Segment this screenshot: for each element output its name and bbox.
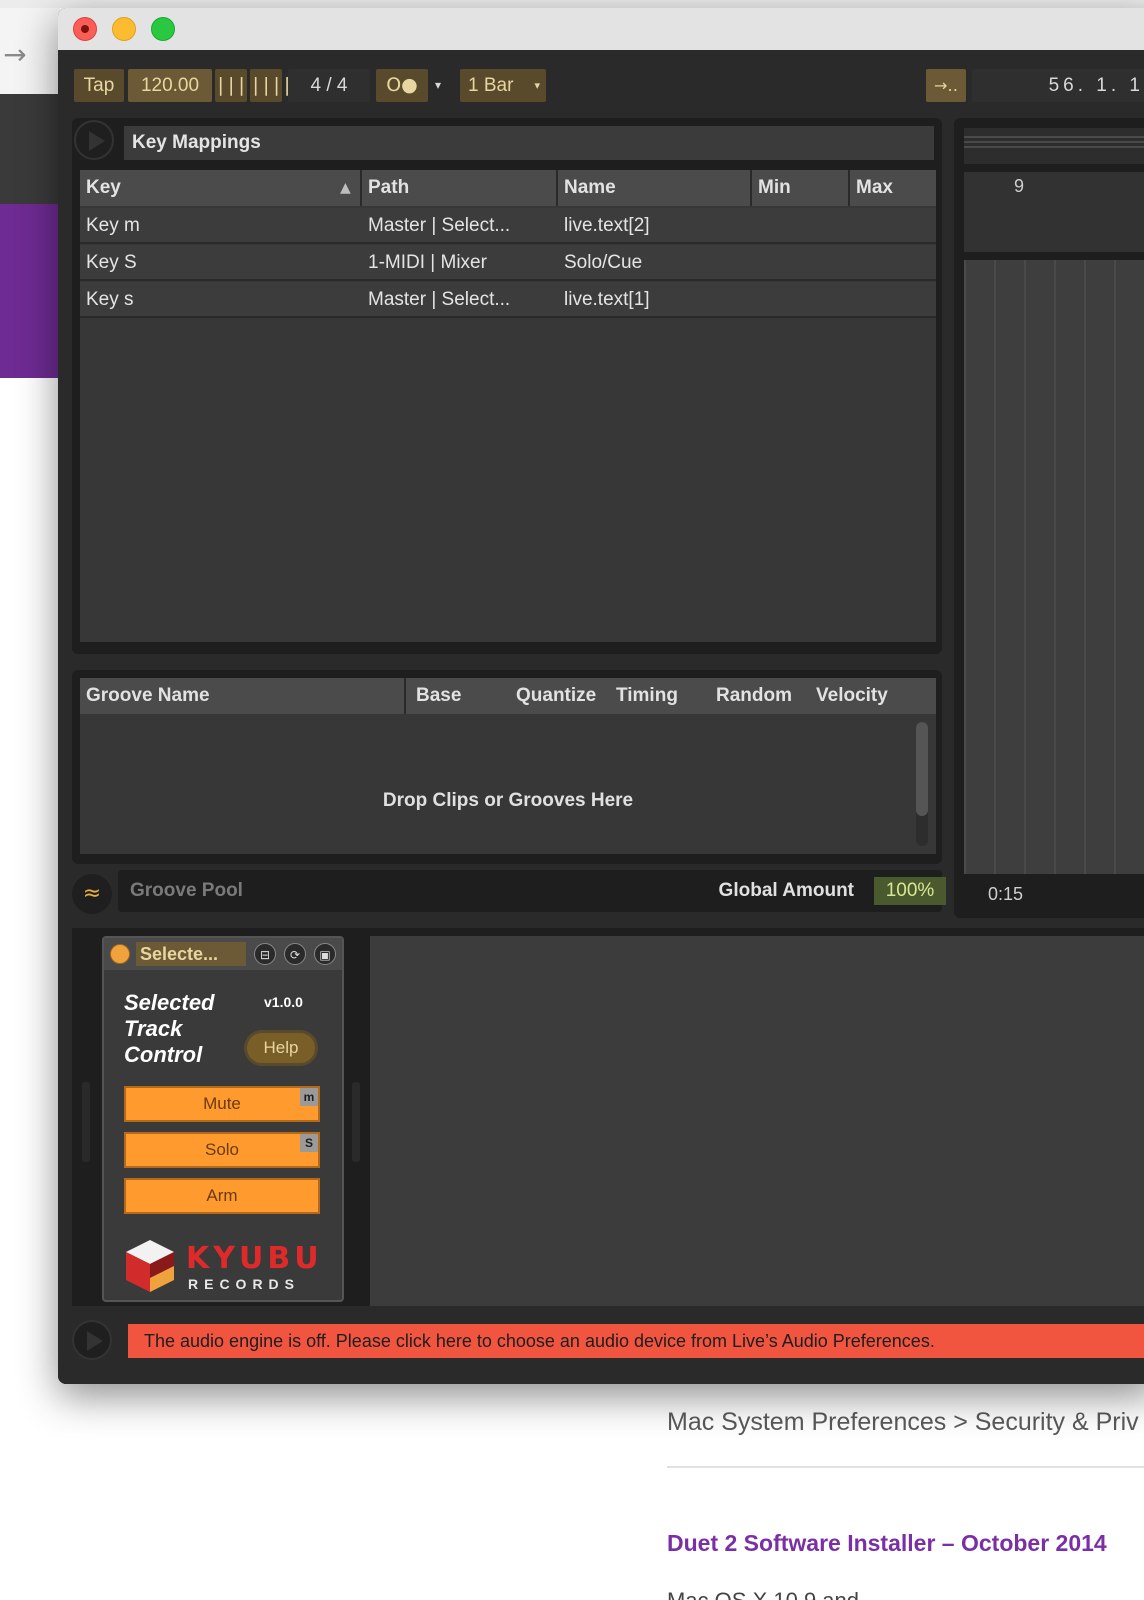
device-drop-area[interactable] [370,936,1144,1306]
play-triangle-icon [87,1331,103,1351]
column-header-base[interactable]: Base [416,678,506,714]
help-button[interactable]: Help [244,1030,318,1066]
column-header-random[interactable]: Random [716,678,812,714]
time-signature-field[interactable]: 4 / 4 [288,69,370,102]
solo-button[interactable]: Solo [124,1132,320,1168]
groove-drop-zone[interactable]: Drop Clips or Grooves Here [80,790,936,820]
play-triangle-icon [89,131,105,151]
browser-top-bar [0,0,1144,8]
arm-button[interactable]: Arm [124,1178,320,1214]
global-amount-label: Global Amount [718,880,854,901]
column-header-timing[interactable]: Timing [616,678,712,714]
records-logo-text: RECORDS [188,1276,301,1292]
cell-max[interactable] [850,208,936,244]
metronome-button[interactable]: O● [376,69,428,102]
window-titlebar [58,8,1144,50]
metronome-dropdown-icon[interactable]: ▾ [430,69,446,102]
device-name-line: Track [124,1016,183,1041]
edit-device-icon[interactable]: ⟳ [284,943,306,965]
beat-time-ruler[interactable] [964,172,1144,252]
page-left-purple-band [0,204,60,378]
cell-name: live.text[1] [564,289,650,310]
column-header-min[interactable]: Min [752,170,850,206]
device-power-button[interactable] [110,944,130,964]
device-right-handle[interactable] [352,1082,360,1162]
device-name-line: Selected [124,990,215,1015]
table-row[interactable]: Key m Master | Select... live.text[2] [80,208,936,244]
column-header-quantize[interactable]: Quantize [516,678,612,714]
save-preset-icon[interactable]: ▣ [314,943,336,965]
column-header-velocity[interactable]: Velocity [816,678,916,714]
cell-max[interactable] [850,245,936,281]
time-marker: 0:15 [988,884,1024,904]
device-title[interactable]: Selecte... [136,942,246,966]
selected-track-control-device: Selecte... ⊟ ⟳ ▣ Selected Track Control … [102,936,344,1302]
table-row[interactable]: Key s Master | Select... live.text[1] [80,282,936,318]
cell-min[interactable] [752,245,850,281]
column-header-label: Key [86,177,121,198]
key-mappings-table: Key ▲ Path Name Min Max Key m Master | S… [80,170,936,642]
forward-arrow-icon[interactable]: → [0,38,30,72]
device-version: v1.0.0 [264,994,303,1010]
table-row[interactable]: Key S 1-MIDI | Mixer Solo/Cue [80,245,936,281]
key-mapping-badge: m [300,1088,318,1106]
page-divider [667,1466,1144,1468]
quantization-label: 1 Bar [468,75,514,96]
cell-min[interactable] [752,282,850,318]
groove-pool-table: Groove Name Base Quantize Timing Random … [80,678,936,854]
tap-tempo-button[interactable]: Tap [74,69,124,102]
global-amount-field[interactable]: 100% [874,877,946,905]
overview-lines [964,136,1144,150]
kyubu-cube-logo-icon [126,1240,174,1292]
groove-pool-icon[interactable]: ≈ [72,874,112,914]
cell-name: live.text[2] [564,215,650,236]
sort-ascending-icon: ▲ [340,180,351,196]
close-window-button[interactable] [73,17,97,41]
cell-path: 1-MIDI | Mixer [368,252,487,273]
page-breadcrumb: Mac System Preferences > Security & Priv [667,1408,1139,1436]
arrangement-tracks[interactable] [964,260,1144,874]
quantization-menu[interactable]: 1 Bar ▾ [460,69,546,102]
column-header-groove-name[interactable]: Groove Name [86,678,406,714]
maximize-window-button[interactable] [151,17,175,41]
page-left-dark-band [0,94,60,204]
cell-key: Key s [86,289,134,310]
key-mapping-badge: S [300,1134,318,1152]
device-name: Selected Track Control [124,990,244,1070]
column-header-path[interactable]: Path [362,170,558,206]
cell-key: Key m [86,215,140,236]
column-header-key[interactable]: Key ▲ [80,170,362,206]
device-name-line: Control [124,1042,203,1067]
tempo-field[interactable]: 120.00 [128,69,212,102]
live-window: Tap 120.00 |||| |||| 4 / 4 O● ▾ 1 Bar ▾ … [58,8,1144,1384]
bar-marker: 9 [1014,176,1025,196]
cell-min[interactable] [752,208,850,244]
cell-path: Master | Select... [368,215,511,236]
follow-button[interactable]: →‥ [926,69,966,102]
hot-swap-icon[interactable]: ⊟ [254,943,276,965]
key-mappings-title: Key Mappings [124,126,934,160]
cell-key: Key S [86,252,137,273]
nudge-up-button[interactable]: |||| [250,69,293,102]
nudge-down-button[interactable]: |||| [215,69,258,102]
column-header-name[interactable]: Name [558,170,752,206]
groove-pool-label: Groove Pool [130,880,243,901]
song-position-field[interactable]: 56. 1. 1 [972,69,1144,102]
installer-link[interactable]: Duet 2 Software Installer – October 2014 [667,1530,1144,1566]
device-left-handle[interactable] [82,1082,90,1162]
cell-max[interactable] [850,282,936,318]
cell-name: Solo/Cue [564,252,643,273]
column-header-max[interactable]: Max [850,170,936,206]
cell-path: Master | Select... [368,289,511,310]
minimize-window-button[interactable] [112,17,136,41]
mute-button[interactable]: Mute [124,1086,320,1122]
audio-engine-warning[interactable]: The audio engine is off. Please click he… [128,1324,1144,1358]
page-cut-text: Mac OS X 10.9 and [667,1588,887,1600]
chevron-down-icon: ▾ [534,79,540,92]
kyubu-logo-text: KYUBU [186,1241,323,1276]
